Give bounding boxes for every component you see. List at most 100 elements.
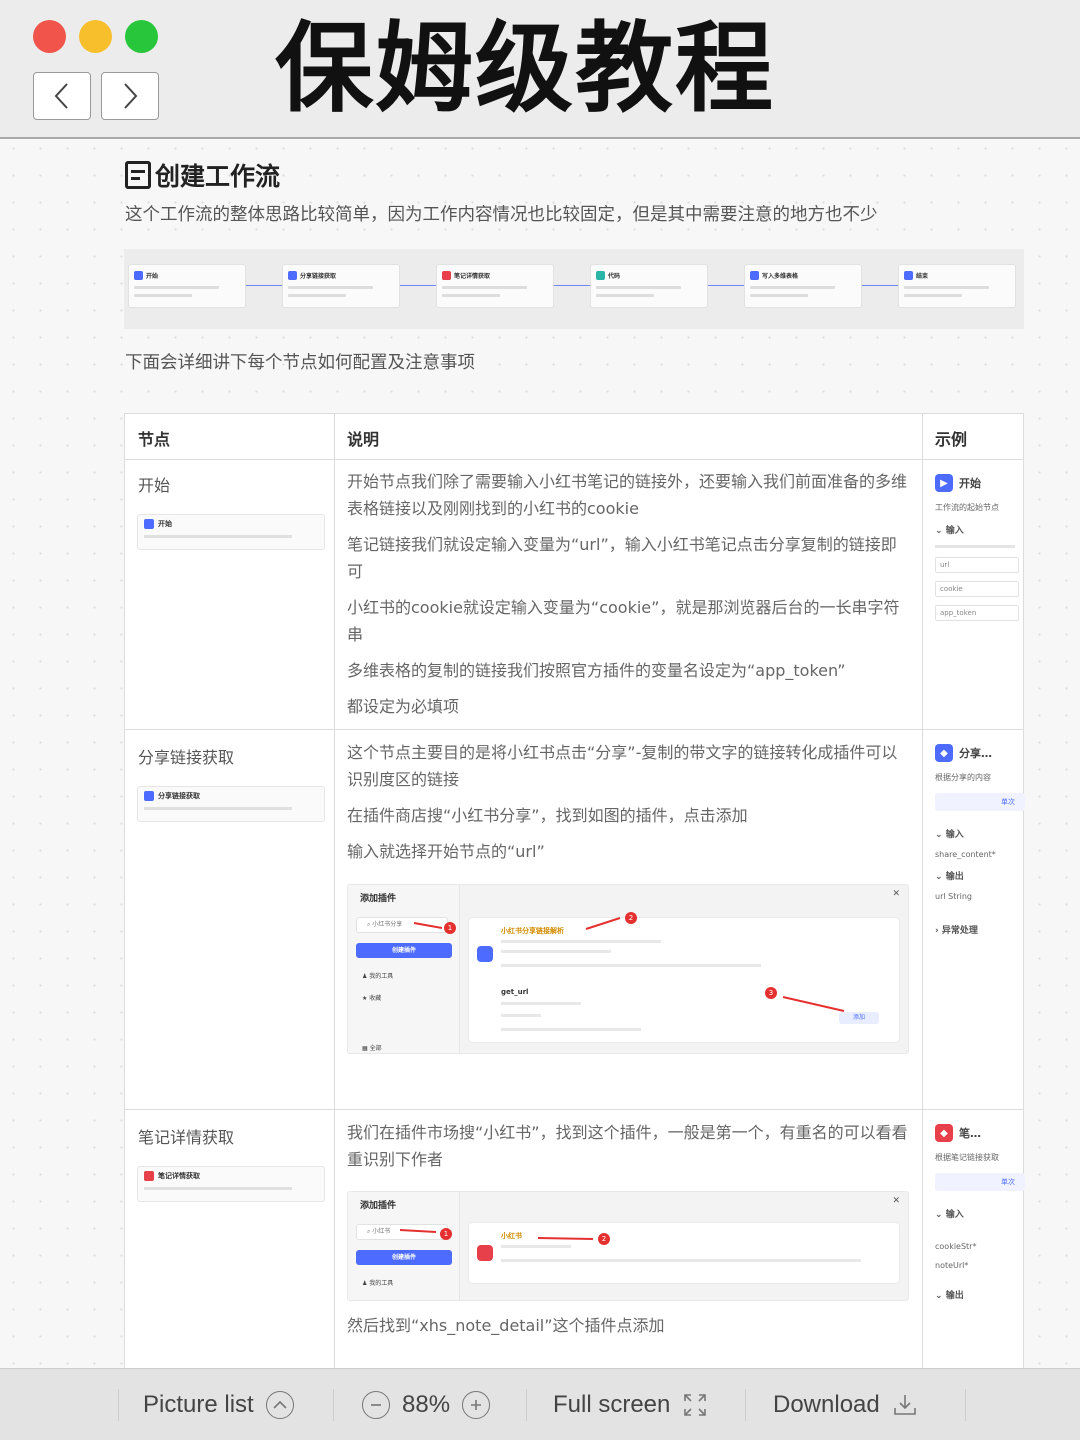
node-description: 然后找到“xhs_note_detail”这个插件点添加: [347, 1312, 912, 1348]
node-thumbnail-label: 分享链接获取: [158, 792, 200, 800]
node-thumbnail: 分享链接获取: [137, 786, 325, 822]
description-paragraph: 小红书的cookie就设定输入变量为“cookie”，就是那浏览器后台的一长串字…: [347, 598, 900, 644]
flow-node: 结束: [898, 264, 1016, 308]
chevron-left-icon: [54, 83, 68, 109]
flow-node: 代码: [590, 264, 708, 308]
description-paragraph: 多维表格的复制的链接我们按照官方插件的变量名设定为“app_token”: [347, 661, 846, 680]
example-input-label: ⌄ 输入: [935, 1210, 964, 1220]
plugin-node-icon: ◆: [935, 744, 953, 762]
chevron-down-icon: ⌄: [935, 872, 946, 882]
description-paragraph: 输入就选择开始节点的“url”: [347, 842, 545, 861]
full-screen-label: Full screen: [553, 1391, 671, 1418]
chevron-down-icon: ⌄: [935, 1210, 946, 1220]
workflow-icon: [125, 161, 151, 189]
zoom-level: 88%: [402, 1391, 451, 1418]
table-header-example: 示例: [935, 430, 968, 449]
example-input-field: url: [935, 557, 1019, 573]
flow-node: 写入多维表格: [744, 264, 862, 308]
example-output-field: url String: [935, 892, 972, 901]
start-node-icon: ▶: [935, 474, 953, 492]
plugin-node-icon: [750, 270, 759, 280]
expand-icon: [684, 1394, 707, 1416]
node-description: 我们在插件市场搜“小红书”，找到这个插件，一般是第一个，有重名的可以看看重识别下…: [347, 1119, 912, 1182]
node-name: 笔记详情获取: [138, 1128, 235, 1147]
minimize-window-button[interactable]: [79, 20, 112, 53]
flow-node: 开始: [128, 264, 246, 308]
plugin-store-screenshot: 添加插件 ⌕ 小红书 创建插件 ♟ 我的工具 ✕ 小红书 1 2: [347, 1191, 909, 1301]
code-node-icon: [596, 270, 605, 280]
zoom-in-button[interactable]: [462, 1391, 491, 1419]
chevron-right-icon: ›: [935, 926, 942, 936]
document-view: 创建工作流 这个工作流的整体思路比较简单，因为工作内容情况也比较固定，但是其中需…: [0, 141, 1080, 1368]
viewer-toolbar: Picture list 88% Full screen Download: [0, 1368, 1080, 1440]
node-name: 分享链接获取: [138, 748, 235, 767]
example-input-field: noteUrl*: [935, 1261, 969, 1270]
flow-node: 笔记详情获取: [436, 264, 554, 308]
close-window-button[interactable]: [33, 20, 66, 53]
plugin-node-icon: [288, 270, 297, 280]
flow-node-label: 分享链接获取: [300, 272, 337, 280]
example-panel: ▶ 开始 工作流的起始节点 ⌄ 输入 url cookie app_token: [935, 474, 1025, 621]
annotation-arrows: [399, 1229, 594, 1240]
start-node-icon: [134, 270, 143, 280]
description-paragraph: 笔记链接我们就设定输入变量为“url”，输入小红书笔记点击分享复制的链接即可: [347, 535, 897, 581]
flow-node: 分享链接获取: [282, 264, 400, 308]
picture-list-button[interactable]: Picture list: [143, 1369, 294, 1440]
plugin-store-screenshot: 添加插件 ⌕ 小红书分享 创建插件 ♟ 我的工具 ★ 收藏 ▦ 全部 ✕ 小红书…: [347, 884, 909, 1054]
example-input-field: share_content*: [935, 850, 996, 859]
download-icon: [893, 1395, 916, 1415]
forward-button[interactable]: [101, 72, 159, 120]
chevron-up-icon: [265, 1391, 294, 1419]
node-name: 开始: [138, 476, 171, 495]
node-thumbnail-label: 笔记详情获取: [158, 1172, 200, 1180]
flow-node-label: 开始: [146, 272, 159, 280]
workflow-overview: 开始 分享链接获取 笔记详情获取 代码 写入多维表格 结束: [124, 249, 1024, 329]
description-paragraph: 然后找到“xhs_note_detail”这个插件点添加: [347, 1316, 665, 1335]
sub-intro-text: 下面会详细讲下每个节点如何配置及注意事项: [125, 353, 475, 373]
flow-node-label: 笔记详情获取: [454, 272, 491, 280]
chevron-down-icon: ⌄: [935, 526, 946, 536]
example-input-label: ⌄ 输入: [935, 526, 964, 536]
example-title: 开始: [959, 477, 981, 490]
download-label: Download: [773, 1391, 880, 1418]
node-thumbnail: 笔记详情获取: [137, 1166, 325, 1202]
zoom-out-button[interactable]: [362, 1391, 390, 1419]
back-button[interactable]: [33, 72, 91, 120]
picture-list-label: Picture list: [143, 1391, 254, 1418]
example-subtitle: 根据笔记链接获取: [935, 1153, 999, 1162]
maximize-window-button[interactable]: [125, 20, 158, 53]
example-output-label: ⌄ 输出: [935, 872, 964, 882]
description-paragraph: 在插件商店搜“小红书分享”，找到如图的插件，点击添加: [347, 806, 748, 825]
example-subtitle: 根据分享的内容: [935, 773, 991, 782]
flow-node-label: 写入多维表格: [762, 272, 799, 280]
example-title: 笔…: [959, 1127, 981, 1140]
description-paragraph: 开始节点我们除了需要输入小红书笔记的链接外，还要输入我们前面准备的多维表格链接以…: [347, 472, 908, 518]
node-description: 这个节点主要目的是将小红书点击“分享”-复制的带文字的链接转化成插件可以识别度区…: [347, 739, 912, 874]
node-config-table: 节点 说明 示例 开始 开始 开始节点我们除了需要输入小红书笔记的链接外，还要输…: [124, 413, 1025, 1368]
download-button[interactable]: Download: [773, 1369, 918, 1440]
chevron-down-icon: ⌄: [935, 830, 946, 840]
section-heading: 创建工作流: [125, 157, 280, 193]
intro-text: 这个工作流的整体思路比较简单，因为工作内容情况也比较固定，但是其中需要注意的地方…: [125, 205, 878, 225]
window-title: 保姆级教程: [275, 12, 776, 126]
chevron-down-icon: ⌄: [935, 1291, 946, 1301]
example-input-field: app_token: [935, 605, 1019, 621]
full-screen-button[interactable]: Full screen: [553, 1369, 708, 1440]
example-input-label: ⌄ 输入: [935, 830, 964, 840]
example-panel: ◆ 分享… 根据分享的内容 单次 ⌄ 输入 share_content* ⌄ 输出…: [935, 744, 1025, 936]
example-output-label: ⌄ 输出: [935, 1291, 964, 1301]
example-panel: ◆ 笔… 根据笔记链接获取 单次 ⌄ 输入 cookieStr* noteUrl*…: [935, 1124, 1025, 1301]
flow-node-label: 代码: [608, 272, 621, 280]
end-node-icon: [904, 270, 913, 280]
table-header-node: 节点: [138, 430, 171, 449]
description-paragraph: 都设定为必填项: [347, 697, 460, 716]
zoom-control: 88%: [362, 1369, 491, 1440]
node-thumbnail: 开始: [137, 514, 325, 550]
description-paragraph: 我们在插件市场搜“小红书”，找到这个插件，一般是第一个，有重名的可以看看重识别下…: [347, 1123, 908, 1169]
node-description: 开始节点我们除了需要输入小红书笔记的链接外，还要输入我们前面准备的多维表格链接以…: [347, 468, 912, 729]
example-subtitle: 工作流的起始节点: [935, 503, 999, 512]
description-paragraph: 这个节点主要目的是将小红书点击“分享”-复制的带文字的链接转化成插件可以识别度区…: [347, 743, 898, 789]
example-error-label: › 异常处理: [935, 926, 978, 936]
table-header-description: 说明: [347, 430, 380, 449]
section-heading-text: 创建工作流: [155, 162, 281, 191]
